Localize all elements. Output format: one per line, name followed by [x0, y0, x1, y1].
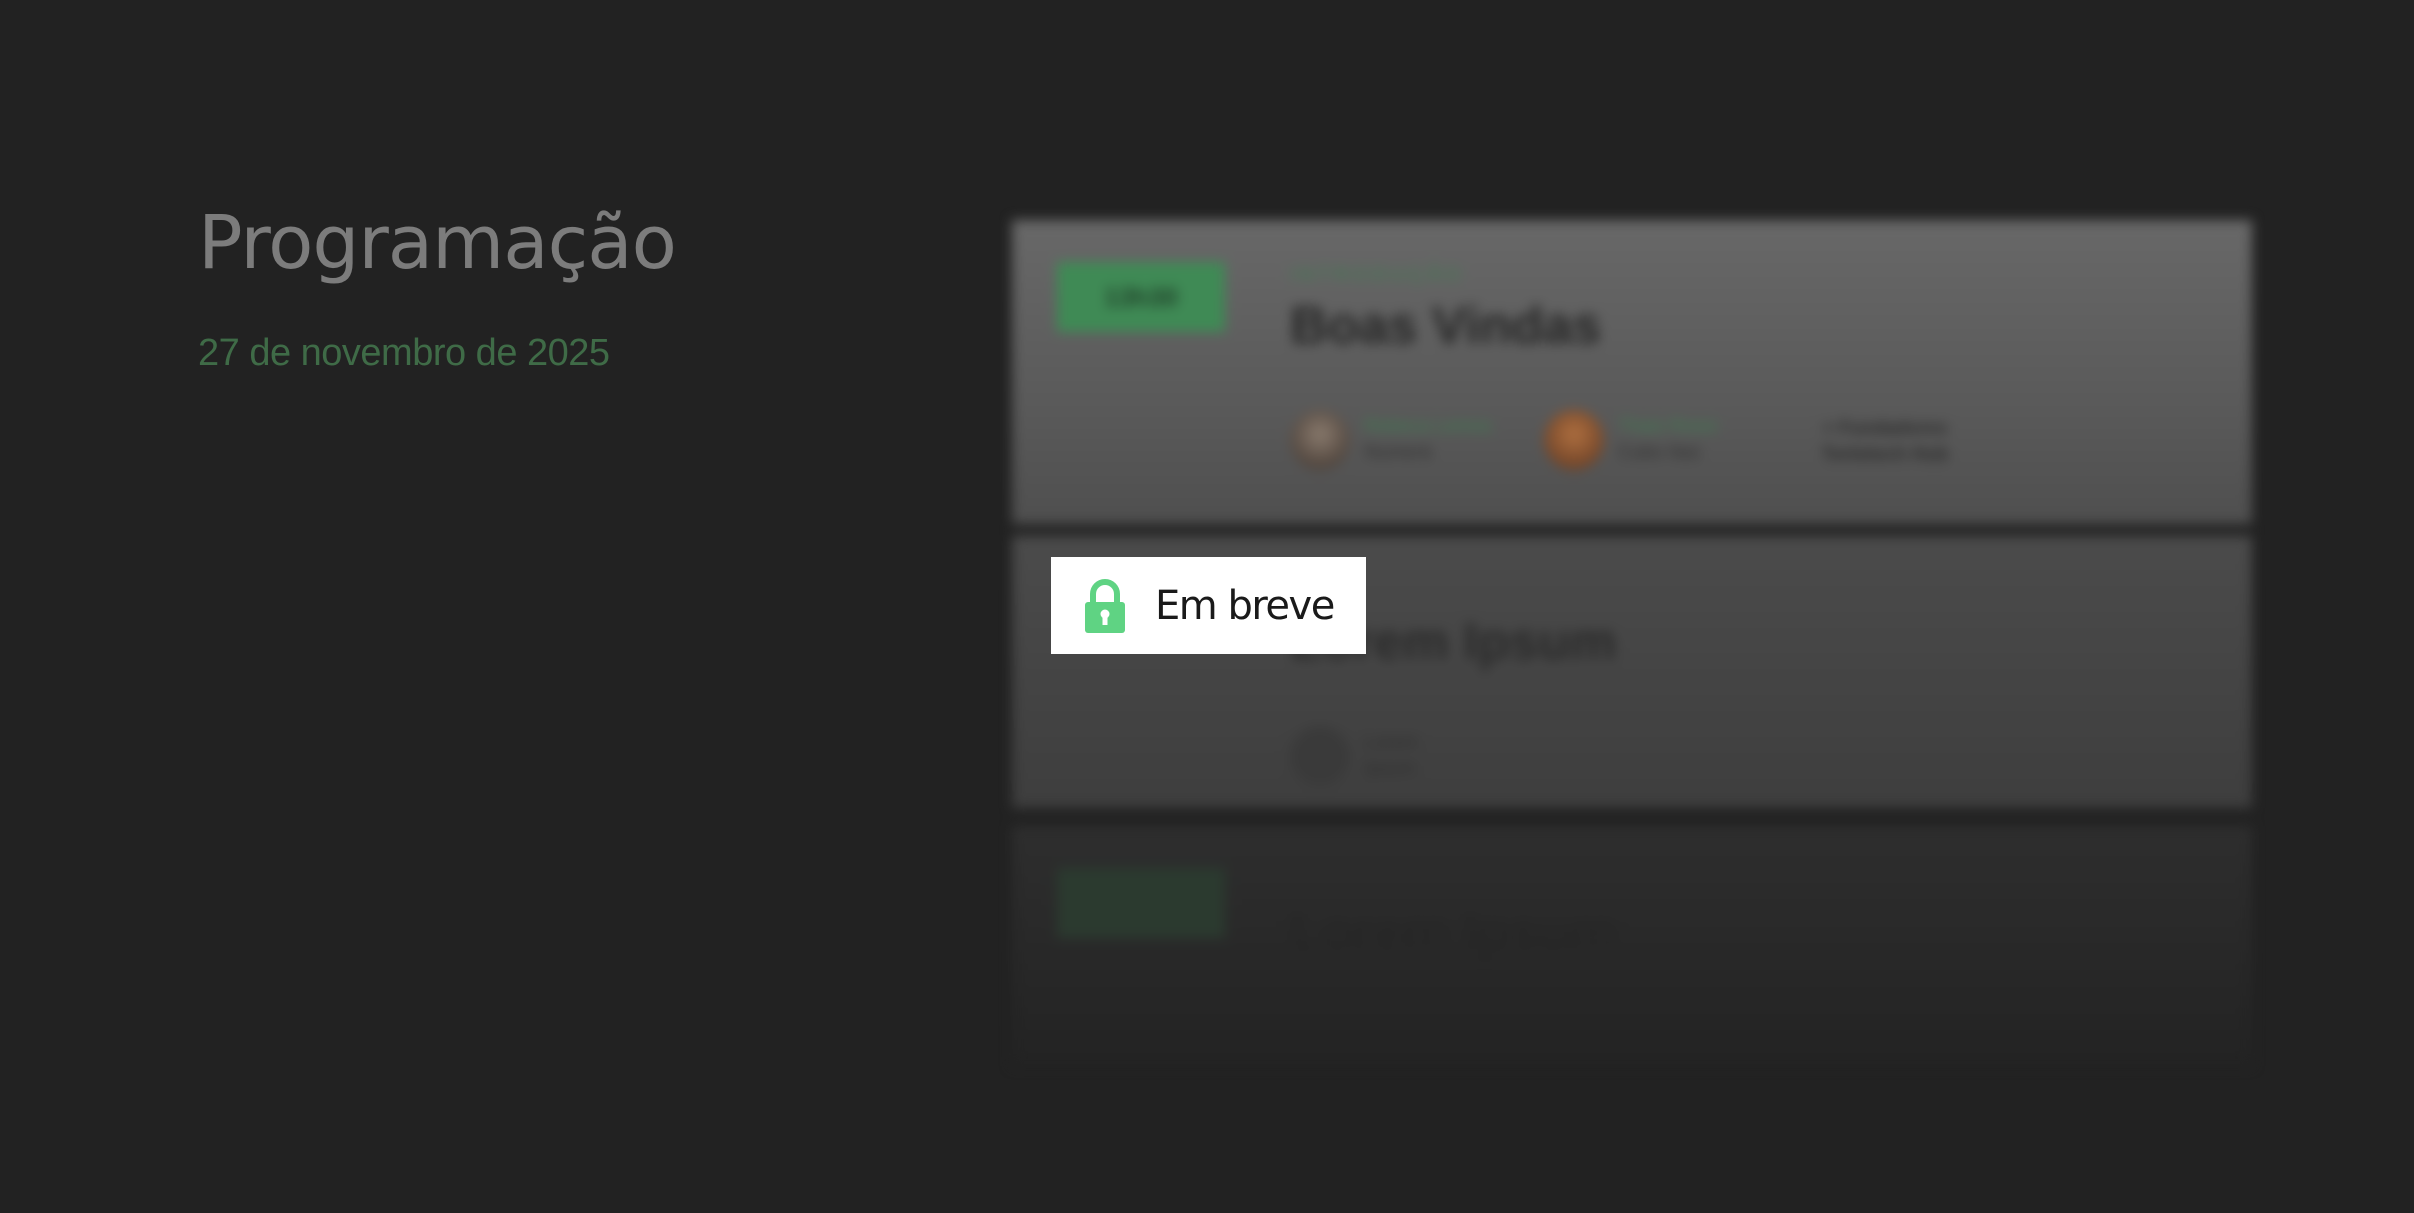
coming-soon-badge: Em breve [1051, 557, 1366, 654]
coming-soon-label: Em breve [1155, 582, 1335, 629]
avatar [1290, 726, 1350, 786]
page-title: Programação [198, 200, 677, 286]
schedule-card: 13h30 INTRODUÇÃO Boas Vindas Rebeca Lemo… [1012, 220, 2252, 524]
speaker-org: Numerá [1364, 442, 1432, 463]
speaker: Lorem Ipsum [1290, 726, 1418, 786]
time-badge: 13h30 [1057, 262, 1225, 332]
schedule-page: Programação 27 de novembro de 2025 13h30… [0, 0, 2414, 1213]
schedule-card: Lorem Ipsum [1012, 826, 2252, 1066]
speaker-name: Rebeca Lemos [1364, 416, 1492, 437]
speaker-name: Thais Rossi [1618, 416, 1718, 437]
lock-icon [1085, 578, 1125, 633]
speaker-org: Cubo Itaú [1618, 442, 1701, 463]
time-badge [1057, 868, 1225, 938]
avatar [1290, 410, 1350, 470]
session-category: INTRODUÇÃO [1290, 264, 1465, 286]
speaker-name: Lorem [1364, 732, 1418, 753]
speaker-org: Ipsum [1364, 758, 1416, 779]
speaker-note: + Fundadores Tortetech Hub [1821, 418, 1949, 465]
session-title: Boas Vindas [1290, 297, 1602, 355]
session-title: Lorem Ipsum [1290, 903, 1617, 961]
event-date: 27 de novembro de 2025 [198, 332, 610, 374]
avatar [1544, 410, 1604, 470]
speaker: Thais Rossi Cubo Itaú [1544, 410, 1717, 470]
speaker: Rebeca Lemos Numerá [1290, 410, 1492, 470]
